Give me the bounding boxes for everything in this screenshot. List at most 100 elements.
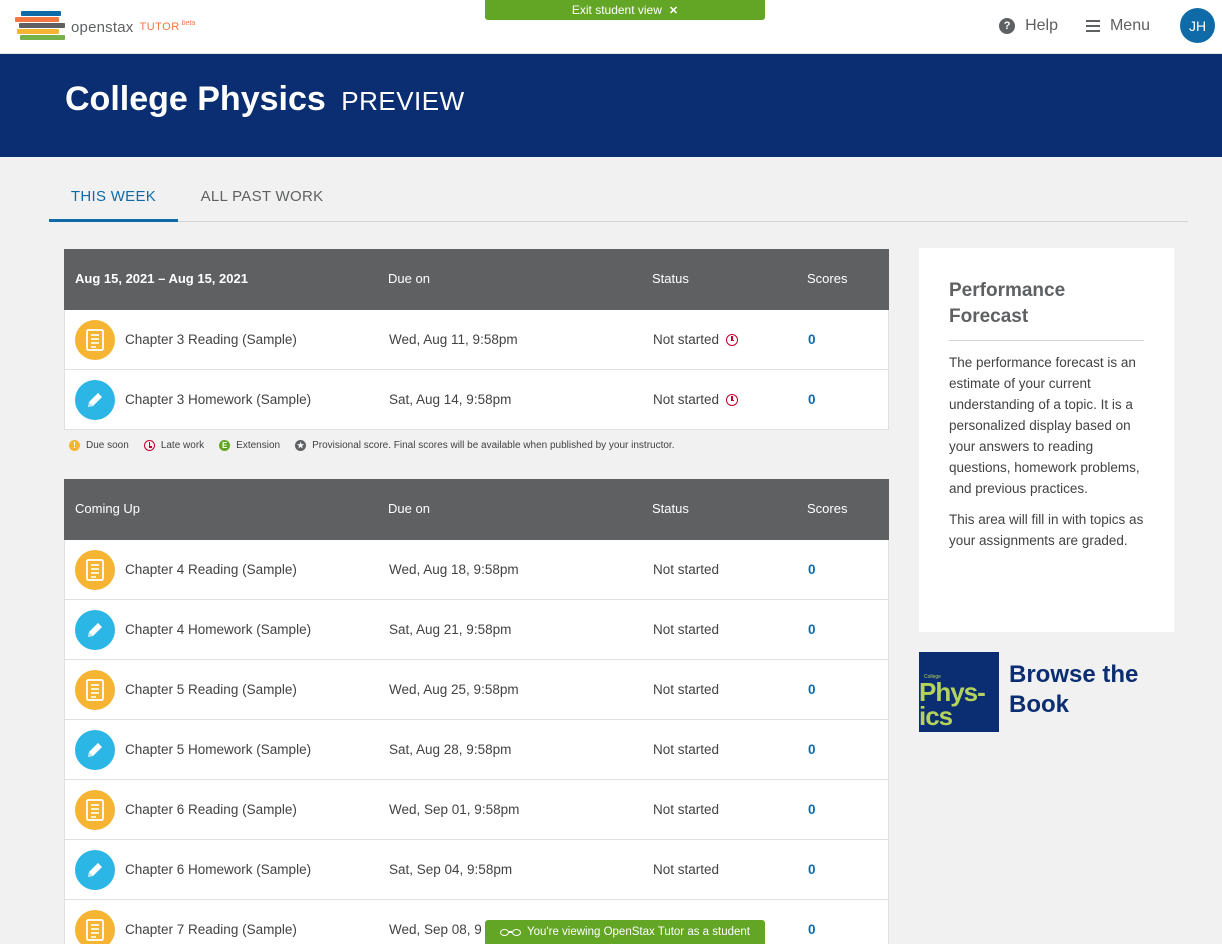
assignment-due-date: Sat, Aug 28, 9:58pm — [389, 742, 512, 757]
assignment-title: Chapter 7 Reading (Sample) — [125, 922, 297, 937]
legend-extension: E Extension — [219, 440, 280, 451]
legend-provisional: ★ Provisional score. Final scores will b… — [295, 440, 675, 451]
assignment-score[interactable]: 0 — [808, 802, 816, 817]
course-title: College Physics PREVIEW — [65, 80, 465, 119]
tab-this-week[interactable]: THIS WEEK — [49, 180, 178, 222]
books-logo-icon — [15, 11, 65, 43]
exit-student-view-button[interactable]: Exit student view ✕ — [485, 0, 765, 20]
student-view-label: You're viewing OpenStax Tutor as a stude… — [527, 926, 750, 938]
assignment-status: Not started — [653, 392, 739, 407]
browse-the-book-link[interactable]: College Phys- ics Browse the Book — [919, 652, 1159, 732]
assignment-due-date: Sat, Sep 04, 9:58pm — [389, 862, 513, 877]
user-avatar[interactable]: JH — [1180, 8, 1215, 43]
late-work-label: Late work — [160, 440, 205, 451]
assignment-status: Not started — [653, 742, 719, 757]
status-header: Status — [652, 271, 689, 286]
help-button[interactable]: ? Help — [999, 17, 1058, 35]
nav-right-group: ? Help Menu JH — [999, 8, 1215, 43]
assignment-title: Chapter 3 Reading (Sample) — [125, 332, 297, 347]
coming-up-table: Coming Up Due on Status Scores Chapter 4… — [64, 479, 889, 944]
assignment-row[interactable]: Chapter 3 Reading (Sample) Wed, Aug 11, 9… — [64, 310, 889, 370]
due-on-header: Due on — [388, 501, 430, 516]
assignment-due-date: Wed, Aug 11, 9:58pm — [389, 332, 518, 347]
status-text: Not started — [653, 682, 720, 697]
book-cover-image: College Phys- ics — [919, 652, 999, 732]
help-label: Help — [1025, 16, 1058, 34]
logo-beta-text: beta — [181, 19, 196, 27]
table-header: Coming Up Due on Status Scores — [64, 479, 889, 540]
assignment-due-date: Wed, Aug 18, 9:58pm — [389, 562, 519, 577]
assignment-row[interactable]: Chapter 7 Reading (Sample) Wed, Sep 08, 9… — [64, 900, 889, 944]
homework-pencil-icon — [75, 850, 115, 890]
forecast-title: Performance Forecast — [949, 278, 1144, 341]
homework-pencil-icon — [75, 380, 115, 420]
provisional-star-icon: ★ — [295, 440, 307, 451]
assignment-status: Not started — [653, 802, 719, 817]
status-text: Not started — [653, 742, 720, 757]
status-text: Not started — [653, 862, 720, 877]
forecast-empty-note: This area will fill in with topics as yo… — [949, 512, 1144, 548]
openstax-tutor-logo[interactable]: openstax TUTOR beta — [15, 11, 195, 43]
assignment-status: Not started — [653, 562, 719, 577]
assignment-title: Chapter 6 Homework (Sample) — [125, 862, 312, 877]
status-legend: ! Due soon Late work E Extension ★ Provi… — [69, 440, 690, 451]
scores-header: Scores — [807, 271, 848, 286]
menu-button[interactable]: Menu — [1085, 16, 1150, 35]
student-view-banner: You're viewing OpenStax Tutor as a stude… — [485, 920, 765, 944]
dashboard-tabs: THIS WEEK ALL PAST WORK — [49, 180, 1188, 222]
browse-the-book-label: Browse the Book — [1009, 661, 1139, 718]
tab-all-past-work[interactable]: ALL PAST WORK — [186, 180, 338, 222]
assignment-score[interactable]: 0 — [808, 622, 816, 637]
menu-label: Menu — [1109, 16, 1150, 34]
status-header: Status — [652, 501, 689, 516]
reading-icon — [75, 670, 115, 710]
assignment-row[interactable]: Chapter 5 Homework (Sample) Sat, Aug 28, … — [64, 720, 889, 780]
week-range-header: Aug 15, 2021 – Aug 15, 2021 — [75, 271, 248, 286]
assignment-score[interactable]: 0 — [808, 862, 816, 877]
status-text: Not started — [653, 562, 720, 577]
assignment-due-date: Sat, Aug 14, 9:58pm — [389, 392, 512, 407]
assignment-status: Not started — [653, 862, 719, 877]
reading-icon — [75, 320, 115, 360]
reading-icon — [75, 550, 115, 590]
assignment-score[interactable]: 0 — [808, 742, 816, 757]
assignment-title: Chapter 4 Homework (Sample) — [125, 622, 312, 637]
late-clock-icon — [143, 440, 155, 451]
assignment-row[interactable]: Chapter 6 Homework (Sample) Sat, Sep 04, … — [64, 840, 889, 900]
assignment-status: Not started — [653, 332, 739, 347]
assignment-title: Chapter 6 Reading (Sample) — [125, 802, 297, 817]
assignment-score[interactable]: 0 — [808, 922, 816, 937]
assignment-row[interactable]: Chapter 4 Homework (Sample) Sat, Aug 21, … — [64, 600, 889, 660]
performance-forecast-panel: Performance Forecast The performance for… — [919, 248, 1174, 632]
extension-label: Extension — [236, 440, 281, 451]
assignment-row[interactable]: Chapter 5 Reading (Sample) Wed, Aug 25, 9… — [64, 660, 889, 720]
assignment-due-date: Sat, Aug 21, 9:58pm — [389, 622, 512, 637]
assignment-title: Chapter 5 Reading (Sample) — [125, 682, 297, 697]
assignment-due-date: Wed, Sep 08, 9 — [389, 922, 482, 937]
assignment-due-date: Wed, Aug 25, 9:58pm — [389, 682, 519, 697]
assignment-score[interactable]: 0 — [808, 332, 816, 347]
assignment-row[interactable]: Chapter 6 Reading (Sample) Wed, Sep 01, 9… — [64, 780, 889, 840]
assignment-title: Chapter 4 Reading (Sample) — [125, 562, 297, 577]
cover-line-2: ics — [919, 701, 953, 731]
reading-icon — [75, 790, 115, 830]
status-text: Not started — [653, 392, 720, 407]
reading-icon — [75, 910, 115, 944]
logo-openstax-text: openstax — [71, 18, 134, 36]
assignment-score[interactable]: 0 — [808, 682, 816, 697]
assignment-title: Chapter 3 Homework (Sample) — [125, 392, 312, 407]
status-text: Not started — [653, 802, 720, 817]
preview-badge: PREVIEW — [341, 86, 465, 116]
extension-icon: E — [219, 440, 231, 451]
legend-late-work: Late work — [143, 440, 205, 451]
assignment-row[interactable]: Chapter 4 Reading (Sample) Wed, Aug 18, 9… — [64, 540, 889, 600]
late-clock-icon — [726, 393, 739, 406]
assignment-score[interactable]: 0 — [808, 562, 816, 577]
assignment-row[interactable]: Chapter 3 Homework (Sample) Sat, Aug 14, … — [64, 370, 889, 430]
late-clock-icon — [726, 333, 739, 346]
status-text: Not started — [653, 332, 720, 347]
assignment-title: Chapter 5 Homework (Sample) — [125, 742, 312, 757]
coming-up-header: Coming Up — [75, 501, 141, 516]
top-navbar: openstax TUTOR beta Exit student view ✕ … — [0, 0, 1222, 54]
assignment-score[interactable]: 0 — [808, 392, 816, 407]
